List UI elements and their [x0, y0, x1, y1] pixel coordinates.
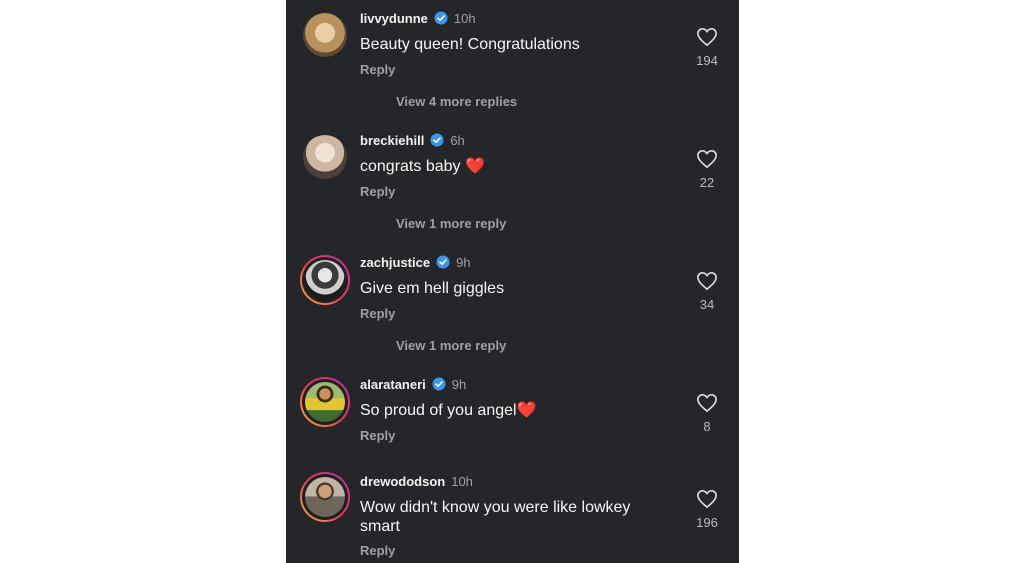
- red-heart-emoji: ❤️: [464, 158, 485, 175]
- reply-button[interactable]: Reply: [360, 428, 395, 443]
- verified-badge-icon: [436, 255, 450, 269]
- heart-outline-icon[interactable]: [696, 271, 718, 291]
- verified-badge-icon: [432, 377, 446, 391]
- comment-text: So proud of you angel❤️: [360, 402, 537, 419]
- view-more-replies-button[interactable]: View 4 more replies: [396, 94, 517, 109]
- heart-outline-icon[interactable]: [696, 489, 718, 509]
- heart-outline-icon[interactable]: [696, 393, 718, 413]
- comment-item: alarataneri 9h So proud of you angel❤️ R…: [286, 366, 739, 456]
- reply-button[interactable]: Reply: [360, 306, 395, 321]
- comments-panel: livvydunne 10h Beauty queen! Congratulat…: [286, 0, 739, 563]
- avatar[interactable]: [300, 255, 350, 305]
- comment-text: congrats baby ❤️: [360, 158, 485, 175]
- verified-badge-icon: [434, 11, 448, 25]
- comment-username[interactable]: alarataneri: [360, 377, 426, 392]
- comment-username[interactable]: drewododson: [360, 474, 445, 489]
- like-count: 8: [703, 419, 711, 434]
- view-more-replies-button[interactable]: View 1 more reply: [396, 338, 506, 353]
- comment-time: 6h: [450, 132, 465, 148]
- comment-username[interactable]: zachjustice: [360, 255, 430, 270]
- like-count: 194: [696, 53, 718, 68]
- comment-time: 10h: [453, 10, 476, 26]
- avatar[interactable]: [303, 135, 347, 179]
- comment-item: breckiehill 6h congrats baby ❤️ Reply 22: [286, 122, 739, 212]
- comment-text: Beauty queen! Congratulations: [360, 36, 580, 53]
- like-count: 34: [699, 297, 715, 312]
- reply-button[interactable]: Reply: [360, 184, 395, 199]
- heart-outline-icon[interactable]: [696, 149, 718, 169]
- like-count: 22: [699, 175, 715, 190]
- heart-outline-icon[interactable]: [696, 27, 718, 47]
- comment-item: livvydunne 10h Beauty queen! Congratulat…: [286, 0, 739, 90]
- avatar[interactable]: [300, 377, 350, 427]
- comment-username[interactable]: breckiehill: [360, 133, 424, 148]
- view-more-replies-button[interactable]: View 1 more reply: [396, 216, 506, 231]
- comment-time: 9h: [451, 376, 467, 392]
- like-count: 196: [696, 515, 718, 530]
- comment-text: Wow didn't know you were like lowkey sma…: [360, 499, 631, 535]
- avatar[interactable]: [300, 472, 350, 522]
- comment-time: 9h: [456, 254, 471, 270]
- reply-button[interactable]: Reply: [360, 62, 395, 77]
- comment-item: drewododson 10h Wow didn't know you were…: [286, 463, 739, 563]
- comment-time: 10h: [451, 473, 473, 489]
- comment-username[interactable]: livvydunne: [360, 11, 428, 26]
- reply-button[interactable]: Reply: [360, 543, 395, 558]
- comment-item: zachjustice 9h Give em hell giggles Repl…: [286, 244, 739, 334]
- comment-text: Give em hell giggles: [360, 280, 505, 297]
- avatar[interactable]: [303, 13, 347, 57]
- verified-badge-icon: [430, 133, 444, 147]
- red-heart-emoji: ❤️: [516, 402, 537, 419]
